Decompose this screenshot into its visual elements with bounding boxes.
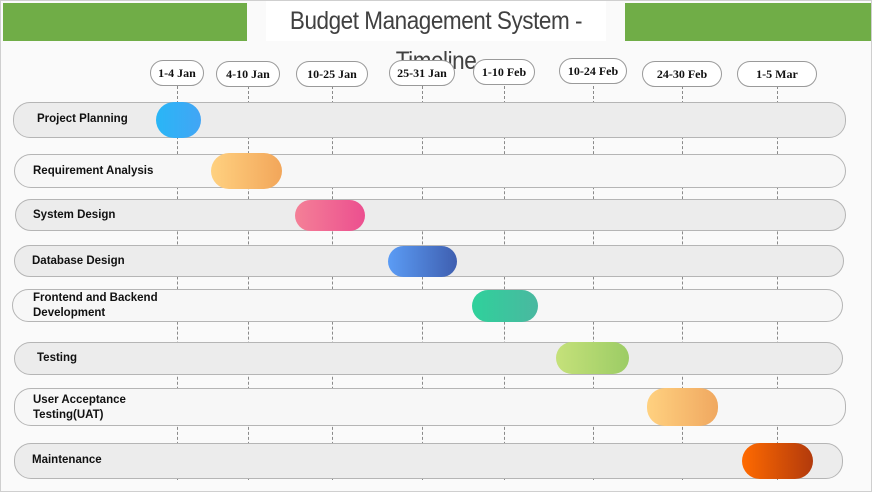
period-label: 25-31 Jan [389,60,455,86]
page-title: Budget Management System - Timeline [265,1,607,75]
task-row [14,342,843,375]
timeline-bar [211,153,282,189]
timeline-bar [647,388,718,426]
task-label: Database Design [32,255,125,267]
timeline-bar [156,102,201,138]
timeline-bar [742,443,813,479]
task-label: Testing [37,352,78,364]
period-label: 4-10 Jan [216,61,280,87]
period-label: 1-10 Feb [473,59,535,85]
timeline-bar [295,200,365,231]
task-label: Maintenance [32,454,102,466]
timeline-bar [472,290,538,322]
task-row [14,388,846,426]
period-label: 1-5 Mar [737,61,817,87]
timeline-bar [556,342,629,374]
task-label: System Design [33,209,116,221]
timeline-bar [388,246,457,277]
header-band-left [3,3,247,41]
task-label: Frontend and Backend Development [33,292,158,319]
period-label: 10-24 Feb [559,58,627,84]
task-row [14,443,843,479]
header-band-right [625,3,871,41]
period-label: 1-4 Jan [150,60,204,86]
task-row [13,102,846,138]
task-label: Project Planning [37,113,128,125]
task-row [15,199,846,231]
period-label: 24-30 Feb [642,61,722,87]
task-label: User Acceptance Testing(UAT) [33,394,126,421]
period-label: 10-25 Jan [296,61,368,87]
task-label: Requirement Analysis [33,165,154,177]
